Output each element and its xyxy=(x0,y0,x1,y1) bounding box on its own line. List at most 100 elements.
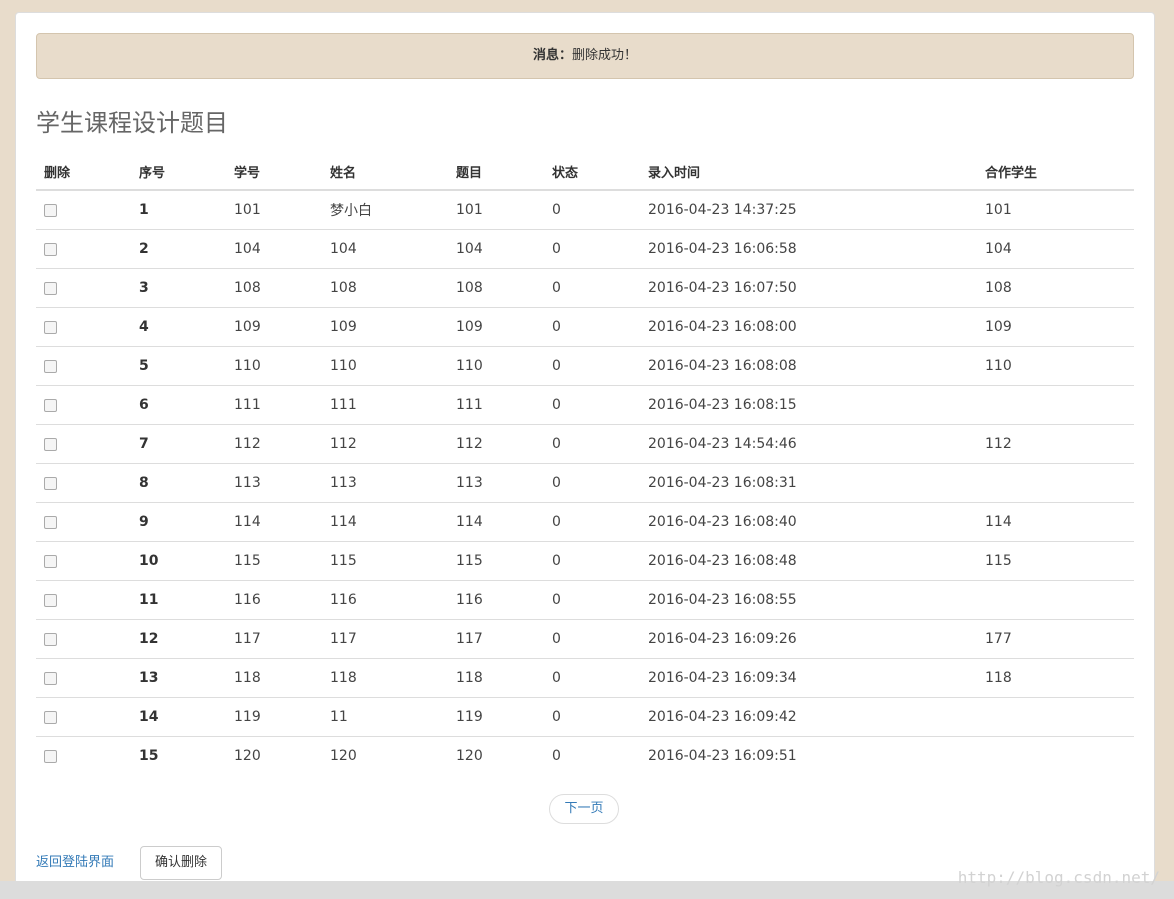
index-cell: 14 xyxy=(131,697,226,737)
delete-checkbox[interactable] xyxy=(44,476,57,490)
student-id-cell: 114 xyxy=(226,502,322,542)
name-cell: 11 xyxy=(322,697,448,737)
name-cell: 112 xyxy=(322,424,448,464)
student-id-cell: 113 xyxy=(226,463,322,503)
table-row: 3 108 108 108 0 2016-04-23 16:07:50 108 xyxy=(36,268,1134,308)
student-id-cell: 120 xyxy=(226,736,322,775)
delete-checkbox[interactable] xyxy=(44,320,57,334)
index-cell: 12 xyxy=(131,619,226,659)
delete-checkbox[interactable] xyxy=(44,203,57,217)
entry-time-cell: 2016-04-23 16:06:58 xyxy=(640,229,977,269)
topic-cell: 117 xyxy=(448,619,544,659)
delete-checkbox[interactable] xyxy=(44,671,57,685)
index-cell: 7 xyxy=(131,424,226,464)
table-row: 10 115 115 115 0 2016-04-23 16:08:48 115 xyxy=(36,541,1134,581)
confirm-delete-button[interactable]: 确认删除 xyxy=(140,846,222,880)
table-row: 11 116 116 116 0 2016-04-23 16:08:55 xyxy=(36,580,1134,620)
topic-cell: 112 xyxy=(448,424,544,464)
student-id-cell: 119 xyxy=(226,697,322,737)
header-student-id: 学号 xyxy=(226,153,322,191)
table-row: 4 109 109 109 0 2016-04-23 16:08:00 109 xyxy=(36,307,1134,347)
entry-time-cell: 2016-04-23 16:08:40 xyxy=(640,502,977,542)
delete-checkbox[interactable] xyxy=(44,632,57,646)
delete-cell xyxy=(36,697,131,737)
partner-cell xyxy=(977,580,1134,620)
delete-cell xyxy=(36,463,131,503)
student-id-cell: 115 xyxy=(226,541,322,581)
delete-cell xyxy=(36,736,131,775)
header-delete: 删除 xyxy=(36,153,131,191)
partner-cell: 177 xyxy=(977,619,1134,659)
topic-cell: 111 xyxy=(448,385,544,425)
delete-cell xyxy=(36,658,131,698)
name-cell: 115 xyxy=(322,541,448,581)
name-cell: 110 xyxy=(322,346,448,386)
topic-cell: 110 xyxy=(448,346,544,386)
status-cell: 0 xyxy=(544,424,640,464)
delete-cell xyxy=(36,502,131,542)
name-cell: 梦小白 xyxy=(330,203,372,219)
delete-checkbox[interactable] xyxy=(44,242,57,256)
entry-time-cell: 2016-04-23 16:09:42 xyxy=(640,697,977,737)
alert-message: 删除成功！ xyxy=(572,48,638,63)
status-cell: 0 xyxy=(544,463,640,503)
status-cell: 0 xyxy=(544,307,640,347)
header-partner: 合作学生 xyxy=(977,153,1134,191)
index-cell: 1 xyxy=(139,202,149,218)
topic-cell: 113 xyxy=(448,463,544,503)
index-cell: 10 xyxy=(131,541,226,581)
index-cell: 11 xyxy=(131,580,226,620)
index-cell: 9 xyxy=(131,502,226,542)
back-to-login-link[interactable]: 返回登陆界面 xyxy=(36,851,114,870)
entry-time-cell: 2016-04-23 16:08:55 xyxy=(640,580,977,620)
table-row: 14 119 11 119 0 2016-04-23 16:09:42 xyxy=(36,697,1134,737)
name-cell: 117 xyxy=(322,619,448,659)
delete-checkbox[interactable] xyxy=(44,281,57,295)
delete-cell xyxy=(36,619,131,659)
delete-checkbox[interactable] xyxy=(44,749,57,763)
status-cell: 0 xyxy=(544,619,640,659)
partner-cell: 115 xyxy=(977,541,1134,581)
topic-cell: 108 xyxy=(448,268,544,308)
entry-time-cell: 2016-04-23 16:08:31 xyxy=(640,463,977,503)
delete-checkbox[interactable] xyxy=(44,554,57,568)
delete-cell xyxy=(36,541,131,581)
partner-cell xyxy=(977,463,1134,503)
delete-checkbox[interactable] xyxy=(44,593,57,607)
partner-cell: 118 xyxy=(977,658,1134,698)
index-cell: 6 xyxy=(131,385,226,425)
student-id-cell: 118 xyxy=(226,658,322,698)
success-alert: 消息：删除成功！ xyxy=(36,33,1134,79)
partner-cell: 101 xyxy=(985,202,1012,218)
entry-time-cell: 2016-04-23 16:09:26 xyxy=(640,619,977,659)
delete-checkbox[interactable] xyxy=(44,710,57,724)
delete-checkbox[interactable] xyxy=(44,398,57,412)
topic-cell: 116 xyxy=(448,580,544,620)
status-cell: 0 xyxy=(544,697,640,737)
partner-cell xyxy=(977,697,1134,737)
table-row: 7 112 112 112 0 2016-04-23 14:54:46 112 xyxy=(36,424,1134,464)
next-page-button[interactable]: 下一页 xyxy=(549,794,619,824)
delete-cell xyxy=(36,580,131,620)
status-cell: 0 xyxy=(552,202,561,218)
main-panel: 消息：删除成功！ 学生课程设计题目 删除 序号 学号 姓名 题目 状态 录入时间… xyxy=(15,12,1155,899)
table-row: 1 101 梦小白 101 0 2016-04-23 14:37:25 101 xyxy=(36,190,1134,230)
header-status: 状态 xyxy=(544,153,640,191)
topic-cell: 115 xyxy=(448,541,544,581)
entry-time-cell: 2016-04-23 16:09:34 xyxy=(640,658,977,698)
partner-cell: 110 xyxy=(977,346,1134,386)
topics-table: 删除 序号 学号 姓名 题目 状态 录入时间 合作学生 1 101 梦小白 101 0 2… xyxy=(36,153,1134,775)
delete-checkbox[interactable] xyxy=(44,359,57,373)
name-cell: 108 xyxy=(322,268,448,308)
delete-checkbox[interactable] xyxy=(44,437,57,451)
student-id-cell: 109 xyxy=(226,307,322,347)
partner-cell xyxy=(977,385,1134,425)
delete-checkbox[interactable] xyxy=(44,515,57,529)
topic-cell: 101 xyxy=(456,202,483,218)
header-name: 姓名 xyxy=(322,153,448,191)
status-cell: 0 xyxy=(544,736,640,775)
student-id-cell: 101 xyxy=(234,202,261,218)
delete-cell xyxy=(36,268,131,308)
name-cell: 104 xyxy=(322,229,448,269)
student-id-cell: 111 xyxy=(226,385,322,425)
